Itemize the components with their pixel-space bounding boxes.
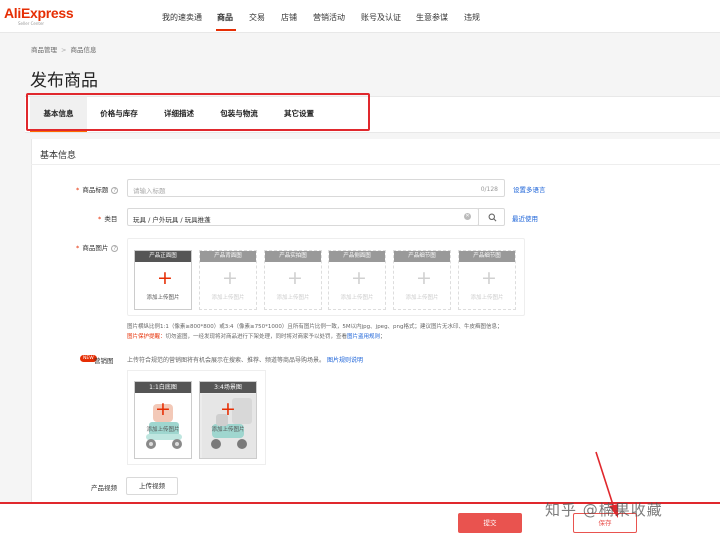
tab-basic-info[interactable]: 基本信息 [30,97,87,132]
top-navigation-bar: AliExpress Seller Center 我的速卖通 商品 交易 店铺 … [0,0,720,33]
nav-orders[interactable]: 交易 [249,12,265,23]
image-slot-action: 添加上传图片 [276,295,310,301]
add-icon: + [481,267,497,289]
image-requirements-note: 图片横纵比例1:1（像素≥800*800）或3:4（像素≥750*1000）且所… [127,324,503,330]
category-field-label: * 类目 [98,215,118,223]
image-slot-action: 添加上传图片 [340,295,374,301]
title-char-counter: 0/128 [480,186,498,193]
logo-brand-text: AliExpress [4,5,74,21]
add-icon: + [222,267,238,289]
image-slot-action: 添加上传图片 [211,295,245,301]
nav-products[interactable]: 商品 [217,12,233,23]
image-slot-caption: 产品实拍图 [265,251,321,262]
image-slot-action: 添加上传图片 [470,295,504,301]
aliexpress-logo[interactable]: AliExpress Seller Center [4,5,74,26]
image-slot-caption: 产品细节图 [394,251,450,262]
image-rules-link[interactable]: 图片规则说明 [327,357,363,364]
image-slot-back[interactable]: 产品背面图 + 添加上传图片 [199,250,257,310]
image-slot-photo[interactable]: 产品实拍图 + 添加上传图片 [264,250,322,310]
clear-icon[interactable]: ✕ [464,213,471,220]
add-icon: + [155,398,171,420]
marketing-slot-action: 添加上传图片 [211,427,245,433]
breadcrumb-item-product-management[interactable]: 商品管理 [31,46,57,54]
upload-video-button[interactable]: 上传视频 [126,477,178,495]
protection-warning-text: 切勿盗图，一经发现将对商品进行下架处理，同时将对商家予以处罚，查看 [165,334,348,340]
section-divider [31,164,720,165]
breadcrumb-separator: > [61,46,67,54]
video-field-label: 产品视频 [91,484,117,492]
section-title: 基本信息 [40,151,77,161]
set-multilanguage-link[interactable]: 设置多语言 [513,184,546,194]
image-theft-rules-link[interactable]: 图片盗用规则 [347,334,380,340]
logo-tagline: Seller Center [18,21,45,26]
tab-packaging-logistics[interactable]: 包装与物流 [211,97,267,132]
image-slot-caption: 产品正面图 [135,251,191,262]
add-icon: + [416,267,432,289]
tab-description[interactable]: 详细描述 [151,97,207,132]
submit-button[interactable]: 提交 [458,513,522,533]
category-value: 玩具 / 户外玩具 / 玩具推蓬 [133,216,211,224]
title-field-label: * 商品标题? [76,184,119,194]
add-icon: + [220,398,236,420]
marketing-slot-caption: 1:1白底图 [135,382,191,393]
add-icon: + [157,267,173,289]
image-slot-caption: 产品细节图 [459,251,515,262]
help-icon[interactable]: ? [111,186,119,194]
nav-active-indicator [216,29,236,31]
category-input[interactable]: 玩具 / 户外玩具 / 玩具推蓬 [127,208,479,226]
image-slot-side[interactable]: 产品侧面图 + 添加上传图片 [328,250,386,310]
image-slot-detail-1[interactable]: 产品细节图 + 添加上传图片 [393,250,451,310]
marketing-image-label: 营销图 [94,357,114,365]
image-slot-action: 添加上传图片 [146,295,180,301]
nav-violations[interactable]: 违规 [464,12,480,23]
nav-marketing[interactable]: 营销活动 [313,12,345,23]
marketing-image-description: 上传符合规范的营销图将有机会展示在搜索、推荐、频道等商品导购场景。 图片规则说明 [127,357,364,364]
image-protection-note: 图片保护提醒：切勿盗图，一经发现将对商品进行下架处理，同时将对商家予以处罚，查看… [127,334,386,340]
title-input-placeholder: 请输入标题 [133,187,166,195]
recently-used-link[interactable]: 最近使用 [512,213,538,223]
title-input[interactable]: 请输入标题 0/128 [127,179,505,197]
nav-account[interactable]: 账号及认证 [361,12,401,23]
image-slot-caption: 产品背面图 [200,251,256,262]
search-icon [488,213,497,222]
image-slot-detail-2[interactable]: 产品细节图 + 添加上传图片 [458,250,516,310]
marketing-slot-action: 添加上传图片 [146,427,180,433]
breadcrumb: 商品管理 > 商品信息 [31,44,96,54]
category-search-button[interactable] [478,208,505,226]
form-tab-bar: 基本信息 价格与库存 详细描述 包装与物流 其它设置 [25,96,720,133]
breadcrumb-item-product-info: 商品信息 [70,46,97,54]
images-field-label: * 商品图片? [76,242,119,252]
help-icon[interactable]: ? [111,244,119,252]
marketing-slot-caption: 3:4场景图 [200,382,256,393]
nav-my-aliexpress[interactable]: 我的速卖通 [162,12,202,23]
nav-business-advisor[interactable]: 生意参谋 [416,12,448,23]
image-slot-front[interactable]: 产品正面图 + 添加上传图片 [134,250,192,310]
nav-store[interactable]: 店铺 [281,12,297,23]
image-slot-caption: 产品侧面图 [329,251,385,262]
page-title: 发布商品 [30,71,98,91]
watermark: 知乎 @楠果收藏 [545,501,663,519]
tab-price-stock[interactable]: 价格与库存 [91,97,147,132]
tab-other-settings[interactable]: 其它设置 [271,97,327,132]
marketing-slot-white-bg[interactable]: 1:1白底图 + 添加上传图片 [134,381,192,459]
protection-warning-label: 图片保护提醒： [127,334,166,340]
marketing-slot-scene[interactable]: 3:4场景图 + 添加上传图片 [199,381,257,459]
add-icon: + [287,267,303,289]
image-slot-action: 添加上传图片 [405,295,439,301]
add-icon: + [351,267,367,289]
